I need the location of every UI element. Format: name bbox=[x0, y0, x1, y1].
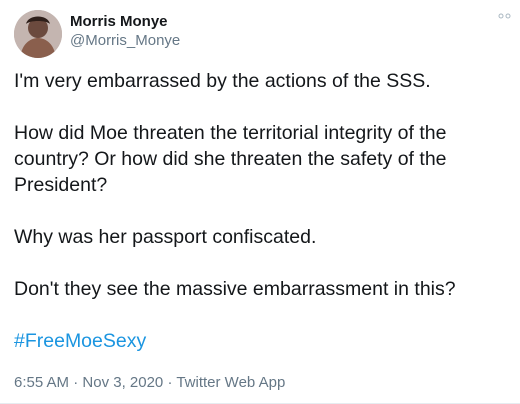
author-handle[interactable]: @Morris_Monye bbox=[70, 32, 180, 50]
avatar-photo-icon bbox=[14, 10, 62, 58]
tweet-paragraph: How did Moe threaten the territorial int… bbox=[14, 122, 447, 196]
tweet-card: Morris Monye @Morris_Monye I'm very emba… bbox=[0, 0, 520, 404]
tweet-paragraph: I'm very embarrassed by the actions of t… bbox=[14, 70, 431, 92]
tweet-time[interactable]: 6:55 AM bbox=[14, 374, 69, 391]
more-options-icon[interactable] bbox=[498, 13, 512, 19]
avatar[interactable] bbox=[14, 10, 62, 58]
tweet-paragraph: Why was her passport confiscated. bbox=[14, 226, 317, 248]
tweet-paragraph: Don't they see the massive embarrassment… bbox=[14, 278, 456, 300]
meta-separator: · bbox=[69, 374, 83, 391]
tweet-date[interactable]: Nov 3, 2020 bbox=[82, 374, 163, 391]
author-name[interactable]: Morris Monye bbox=[70, 13, 168, 31]
tweet-text: I'm very embarrassed by the actions of t… bbox=[14, 68, 514, 354]
tweet-source[interactable]: Twitter Web App bbox=[176, 374, 285, 391]
hashtag-link[interactable]: #FreeMoeSexy bbox=[14, 328, 514, 354]
meta-separator: · bbox=[163, 374, 177, 391]
tweet-metadata: 6:55 AM · Nov 3, 2020 · Twitter Web App bbox=[14, 374, 285, 392]
